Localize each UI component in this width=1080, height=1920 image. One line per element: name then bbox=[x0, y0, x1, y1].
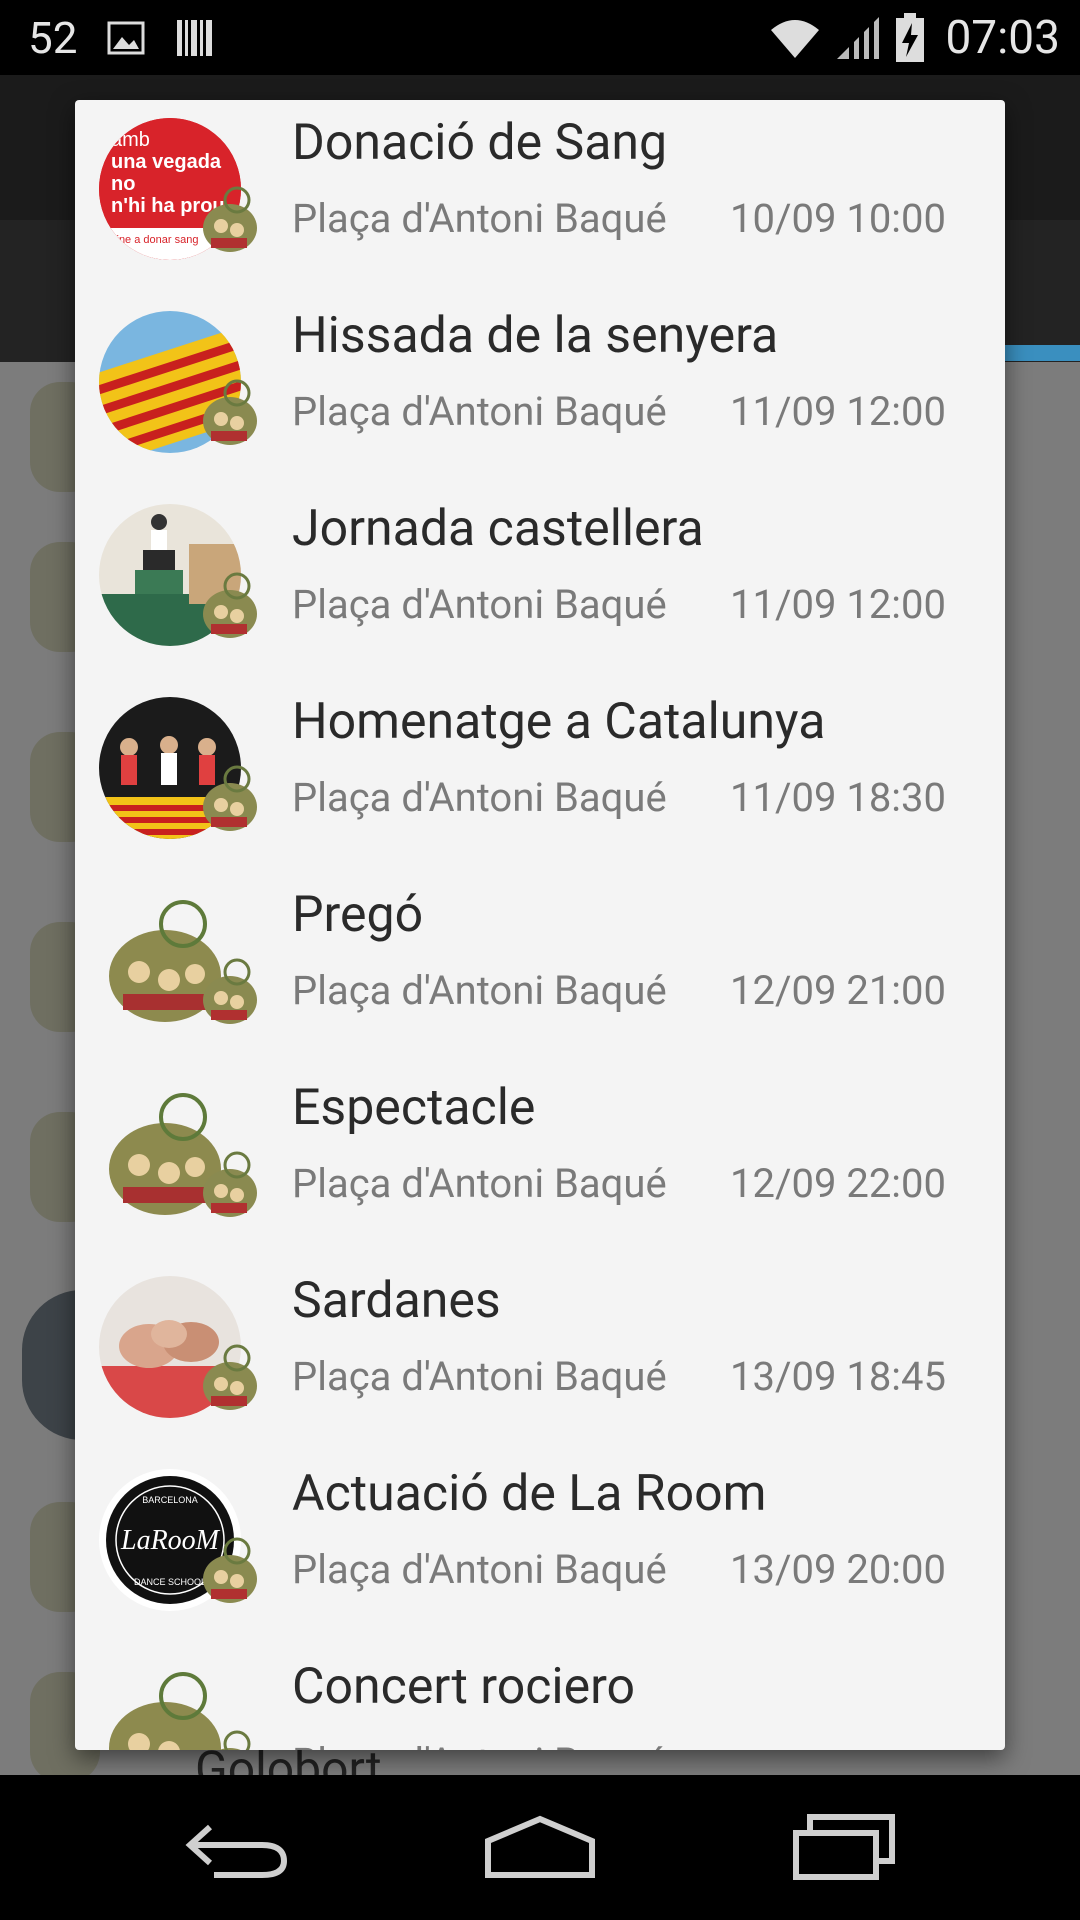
event-title: Pregó bbox=[292, 886, 424, 944]
event-place: Plaça d'Antoni Baqué bbox=[292, 1353, 667, 1400]
event-list-item[interactable]: Homenatge a Catalunya Plaça d'Antoni Baq… bbox=[75, 679, 1005, 872]
battery-charging-icon bbox=[896, 12, 925, 62]
tab-indicator bbox=[1000, 345, 1080, 361]
event-datetime: 13/09 18:45 bbox=[730, 1353, 946, 1400]
event-datetime: 11/09 12:00 bbox=[730, 388, 946, 435]
status-bar: 52 07:03 bbox=[0, 0, 1080, 75]
thumb-text: una vegada bbox=[111, 151, 222, 173]
event-title: Jornada castellera bbox=[292, 500, 704, 558]
event-datetime: 12/09 21:00 bbox=[730, 967, 946, 1014]
thumb-text: amb bbox=[111, 129, 150, 151]
event-place: Plaça d'Antoni Baqué bbox=[292, 1739, 667, 1750]
notification-count: 52 bbox=[28, 11, 78, 64]
event-title: Espectacle bbox=[292, 1079, 536, 1137]
festival-badge-icon bbox=[203, 765, 257, 831]
recents-icon[interactable] bbox=[780, 1805, 900, 1885]
event-title: Sardanes bbox=[292, 1272, 501, 1330]
event-list-item[interactable]: LaRooM BARCELONA DANCE SCHOOL Actuació d… bbox=[75, 1451, 1005, 1644]
thumb-text: BARCELONA bbox=[142, 1495, 198, 1505]
event-place: Plaça d'Antoni Baqué bbox=[292, 967, 667, 1014]
event-datetime: 10/09 10:00 bbox=[730, 195, 946, 242]
event-title: Concert rociero bbox=[292, 1658, 636, 1716]
event-list-item[interactable]: Pregó Plaça d'Antoni Baqué 12/09 21:00 bbox=[75, 872, 1005, 1065]
barcode-icon bbox=[177, 19, 213, 56]
festival-badge-icon bbox=[203, 1344, 257, 1410]
thumb-text: vine a donar sang bbox=[111, 234, 198, 246]
festival-badge-icon bbox=[203, 379, 257, 445]
event-place: Plaça d'Antoni Baqué bbox=[292, 1160, 667, 1207]
event-datetime: 11/09 12:00 bbox=[730, 581, 946, 628]
festival-badge-icon bbox=[203, 1537, 257, 1603]
event-title: Donació de Sang bbox=[292, 114, 668, 172]
back-icon[interactable] bbox=[180, 1805, 300, 1885]
event-place: Plaça d'Antoni Baqué bbox=[292, 1546, 667, 1593]
festival-badge-icon bbox=[203, 1151, 257, 1217]
event-place: Plaça d'Antoni Baqué bbox=[292, 774, 667, 821]
event-datetime: 11/09 18:30 bbox=[730, 774, 946, 821]
event-title: Homenatge a Catalunya bbox=[292, 693, 826, 751]
event-place: Plaça d'Antoni Baqué bbox=[292, 388, 667, 435]
event-place: Plaça d'Antoni Baqué bbox=[292, 195, 667, 242]
festival-badge-icon bbox=[203, 186, 257, 252]
event-list-item[interactable]: Jornada castellera Plaça d'Antoni Baqué … bbox=[75, 486, 1005, 679]
event-title: Actuació de La Room bbox=[292, 1465, 767, 1523]
wifi-icon bbox=[771, 19, 820, 58]
event-list-item[interactable]: amb una vegada no n'hi ha prou vine a do… bbox=[75, 100, 1005, 293]
thumb-text: no bbox=[111, 173, 135, 195]
festival-badge-icon bbox=[203, 572, 257, 638]
navigation-bar bbox=[0, 1775, 1080, 1920]
event-place: Plaça d'Antoni Baqué bbox=[292, 581, 667, 628]
event-datetime: 12/09 22:00 bbox=[730, 1160, 946, 1207]
event-datetime: 13/09 20:00 bbox=[730, 1546, 946, 1593]
event-list-item[interactable]: Hissada de la senyera Plaça d'Antoni Baq… bbox=[75, 293, 1005, 486]
signal-icon bbox=[837, 16, 880, 59]
image-icon bbox=[107, 21, 145, 54]
event-list-item[interactable]: Concert rociero Plaça d'Antoni Baqué bbox=[75, 1644, 1005, 1750]
events-dialog: amb una vegada no n'hi ha prou vine a do… bbox=[75, 100, 1005, 1750]
festival-badge-icon bbox=[219, 1730, 251, 1750]
home-icon[interactable] bbox=[480, 1805, 600, 1885]
event-title: Hissada de la senyera bbox=[292, 307, 779, 365]
event-list-item[interactable]: Sardanes Plaça d'Antoni Baqué 13/09 18:4… bbox=[75, 1258, 1005, 1451]
festival-badge-icon bbox=[203, 958, 257, 1024]
event-list-item[interactable]: Espectacle Plaça d'Antoni Baqué 12/09 22… bbox=[75, 1065, 1005, 1258]
clock: 07:03 bbox=[945, 10, 1060, 65]
thumb-text: DANCE SCHOOL bbox=[134, 1577, 206, 1587]
